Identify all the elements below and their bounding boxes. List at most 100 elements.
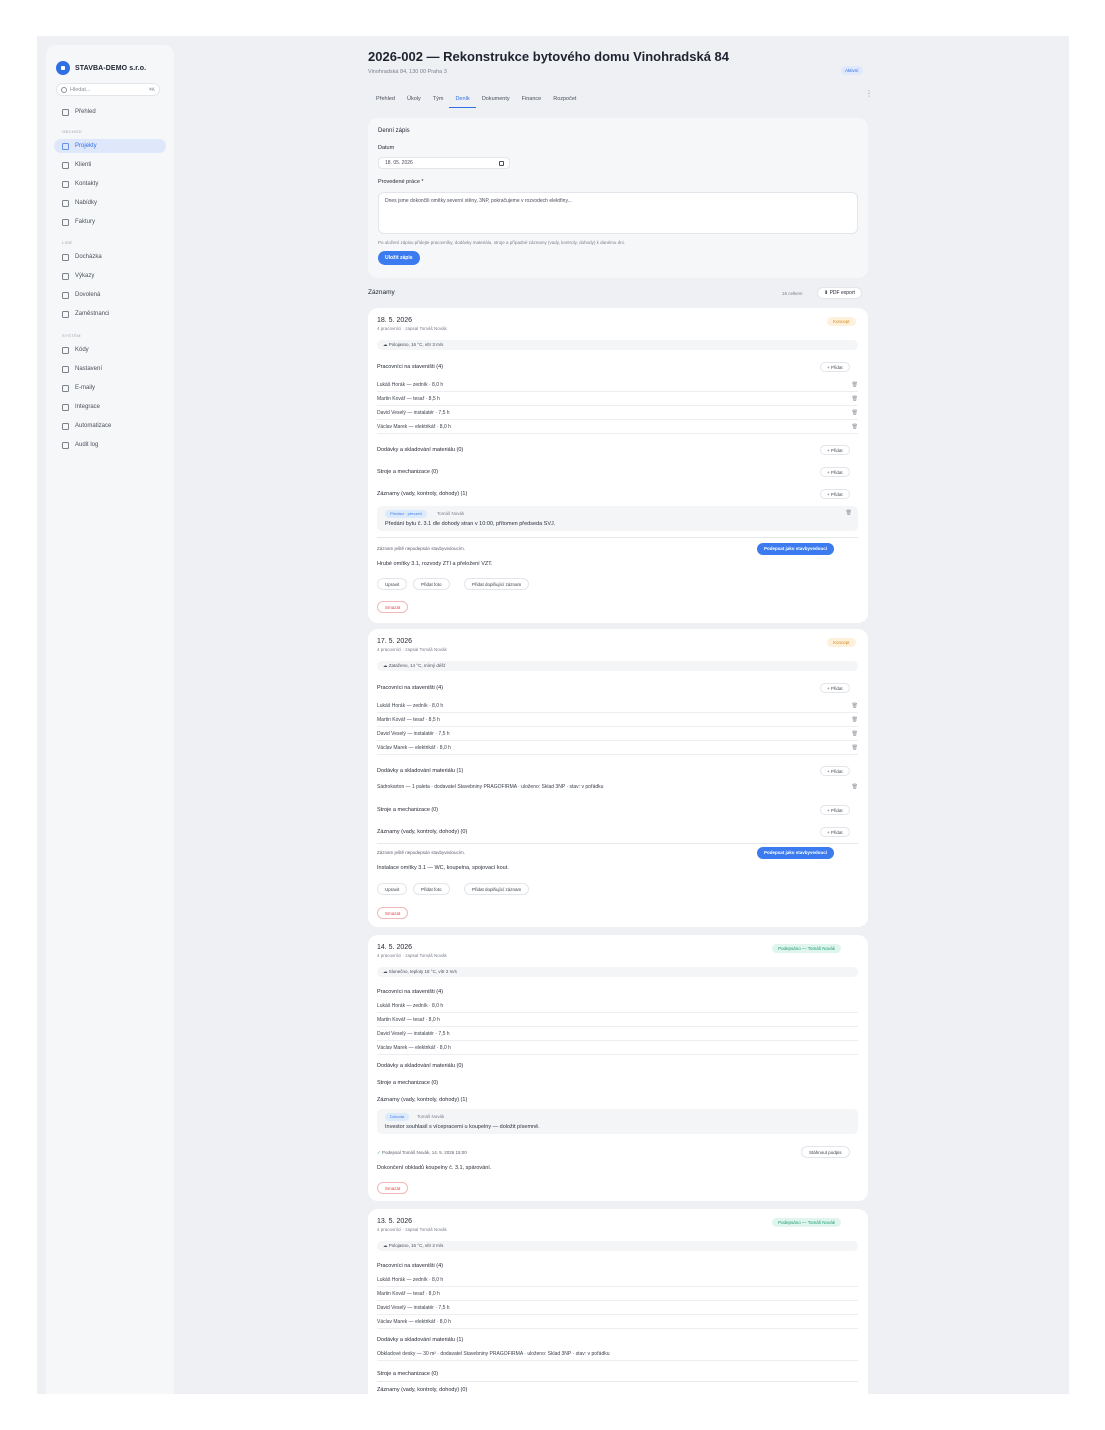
add-material-button[interactable]: + Přidat xyxy=(820,766,850,776)
delete-icon[interactable]: 🗑 xyxy=(852,699,858,713)
records-heading: Záznamy (vady, kontroly, dohody) (1) xyxy=(377,491,468,497)
worker-row: Václav Marek — elektrikář · 8,0 h 🗑 xyxy=(377,741,858,755)
tab-dokumenty[interactable]: Dokumenty xyxy=(476,92,516,108)
sidebar-item-projekty[interactable]: Projekty xyxy=(54,139,166,153)
delete-icon[interactable]: 🗑 xyxy=(852,378,858,392)
record-author: Tomáš Novák xyxy=(417,1114,445,1119)
brand[interactable]: STAVBA-DEMO s.r.o. xyxy=(56,61,146,75)
entry-meta: 4 pracovníci · zapsal Tomáš Novák xyxy=(377,1227,447,1232)
add-worker-button[interactable]: + Přidat xyxy=(820,683,850,693)
page-title: 2026-002 — Rekonstrukce bytového domu Vi… xyxy=(368,49,730,64)
add-supplementary-record-button[interactable]: Přidat doplňující záznam xyxy=(464,883,530,895)
add-worker-button[interactable]: + Přidat xyxy=(820,362,850,372)
signature-status: ✓ Podepsal Tomáš Novák, 14. 5. 2026 15:0… xyxy=(377,1150,467,1155)
entry-meta: 4 pracovníci · zapsal Tomáš Novák xyxy=(377,953,447,958)
delete-button[interactable]: Smazat xyxy=(377,1182,409,1194)
worker-row: Martin Kovář — tesař · 8,5 h 🗑 xyxy=(377,713,858,727)
search-input[interactable]: Hledat... ⌘K xyxy=(56,83,160,96)
tab-prehled[interactable]: Přehled xyxy=(370,92,401,108)
entry-meta: 4 pracovníci · zapsal Tomáš Novák xyxy=(377,647,447,652)
status-badge: Koncept xyxy=(827,638,856,647)
record-note: Předání · převzetí Tomáš Novák Předání b… xyxy=(377,506,858,531)
sidebar: STAVBA-DEMO s.r.o. Hledat... ⌘K Přehled … xyxy=(46,45,174,1394)
work-value: Dnes jsme dokončili omítky severní stěny… xyxy=(385,198,572,204)
delete-icon[interactable]: 🗑 xyxy=(852,780,858,794)
sidebar-item-klienti[interactable]: Klienti xyxy=(54,158,166,172)
sidebar-item-faktury[interactable]: Faktury xyxy=(54,215,166,229)
delete-button[interactable]: Smazat xyxy=(377,907,409,919)
worker-row: Lukáš Horák — zedník · 8,0 h 🗑 xyxy=(377,699,858,713)
delete-icon[interactable]: 🗑 xyxy=(846,510,852,516)
machines-heading: Stroje a mechanizace (0) xyxy=(377,807,439,813)
weather-info: ☁ Zataženo, 14 °C, mírný déšť xyxy=(377,661,858,671)
sidebar-item-vykazy[interactable]: Výkazy xyxy=(54,269,166,283)
form-title: Denní zápis xyxy=(378,128,410,134)
records-title: Záznamy xyxy=(368,289,395,296)
add-machine-button[interactable]: + Přidat xyxy=(820,467,850,477)
add-photo-button[interactable]: Přidat foto xyxy=(413,578,450,590)
download-signature-button[interactable]: Stáhnout podpis xyxy=(801,1146,850,1158)
add-record-button[interactable]: + Přidat xyxy=(820,489,850,499)
sign-button[interactable]: Podepsat jako stavbyvedoucí xyxy=(757,847,835,859)
date-field[interactable]: 18. 05. 2026 xyxy=(378,157,510,169)
save-entry-button[interactable]: Uložit zápis xyxy=(378,251,420,265)
material-row: Obkladové desky — 30 m² · dodavatel Stav… xyxy=(377,1347,858,1361)
delete-icon[interactable]: 🗑 xyxy=(852,741,858,755)
work-label: Provedené práce * xyxy=(378,179,424,185)
record-note: Dohoda Tomáš Novák Investor souhlasil s … xyxy=(377,1109,858,1134)
more-options-icon[interactable]: ⋮ xyxy=(865,90,873,98)
work-textarea[interactable]: Dnes jsme dokončili omítky severní stěny… xyxy=(378,192,858,234)
pdf-export-button[interactable]: ⬇ PDF export xyxy=(817,287,862,299)
delete-icon[interactable]: 🗑 xyxy=(852,713,858,727)
sidebar-item-zamestnanci[interactable]: Zaměstnanci xyxy=(54,307,166,321)
search-placeholder: Hledat... xyxy=(70,86,91,93)
people-icon xyxy=(62,310,69,318)
add-machine-button[interactable]: + Přidat xyxy=(820,805,850,815)
tab-finance[interactable]: Finance xyxy=(516,92,548,108)
sidebar-item-integrace[interactable]: Integrace xyxy=(54,400,166,414)
contacts-icon xyxy=(62,180,69,188)
record-tag: Dohoda xyxy=(385,1113,410,1121)
add-photo-button[interactable]: Přidat foto xyxy=(413,883,450,895)
delete-icon[interactable]: 🗑 xyxy=(852,406,858,420)
tab-ukoly[interactable]: Úkoly xyxy=(401,92,427,108)
worker-row: David Veselý — instalatér · 7,5 h xyxy=(377,1027,858,1041)
search-shortcut: ⌘K xyxy=(148,86,155,93)
sidebar-item-audit-log[interactable]: Audit log xyxy=(54,438,166,452)
add-material-button[interactable]: + Přidat xyxy=(820,445,850,455)
sidebar-item-kontakty[interactable]: Kontakty xyxy=(54,177,166,191)
date-value: 18. 05. 2026 xyxy=(385,160,413,166)
sidebar-item-emaily[interactable]: E-maily xyxy=(54,381,166,395)
sidebar-item-prehled[interactable]: Přehled xyxy=(54,105,166,119)
delete-icon[interactable]: 🗑 xyxy=(852,420,858,434)
delete-icon[interactable]: 🗑 xyxy=(852,727,858,741)
grid-icon xyxy=(62,108,69,116)
record-text: Investor souhlasil s vícepracemi u koupe… xyxy=(385,1124,540,1130)
workers-heading: Pracovníci na staveništi (4) xyxy=(377,989,444,995)
sidebar-item-kody[interactable]: Kódy xyxy=(54,343,166,357)
material-row: Sádrokarton — 1 paleta · dodavatel Stave… xyxy=(377,780,858,794)
tab-rozpocet[interactable]: Rozpočet xyxy=(547,92,582,108)
sign-button[interactable]: Podepsat jako stavbyvedoucí xyxy=(757,543,835,555)
status-badge: Aktivní xyxy=(841,66,863,75)
records-count: 16 celkem xyxy=(782,291,803,296)
delete-icon[interactable]: 🗑 xyxy=(852,392,858,406)
tab-tym[interactable]: Tým xyxy=(427,92,450,108)
sidebar-item-dovolena[interactable]: Dovolená xyxy=(54,288,166,302)
delete-button[interactable]: Smazat xyxy=(377,601,409,613)
sidebar-item-nastaveni[interactable]: Nastavení xyxy=(54,362,166,376)
edit-button[interactable]: Upravit xyxy=(377,883,408,895)
add-record-button[interactable]: + Přidat xyxy=(820,827,850,837)
sidebar-item-automatizace[interactable]: Automatizace xyxy=(54,419,166,433)
work-description: Instalace omítky 3.1 — WC, koupelna, spo… xyxy=(377,865,509,871)
edit-button[interactable]: Upravit xyxy=(377,578,408,590)
entry-date: 18. 5. 2026 xyxy=(377,317,413,324)
records-heading: Záznamy (vady, kontroly, dohody) (0) xyxy=(377,829,468,835)
sidebar-item-nabidky[interactable]: Nabídky xyxy=(54,196,166,210)
sidebar-item-dochazka[interactable]: Docházka xyxy=(54,250,166,264)
add-supplementary-record-button[interactable]: Přidat doplňující záznam xyxy=(464,578,530,590)
clock-icon xyxy=(62,253,69,261)
project-tabs: Přehled Úkoly Tým Deník Dokumenty Financ… xyxy=(370,92,582,108)
tab-denik[interactable]: Deník xyxy=(449,92,476,108)
worker-row: Lukáš Horák — zedník · 8,0 h xyxy=(377,999,858,1013)
